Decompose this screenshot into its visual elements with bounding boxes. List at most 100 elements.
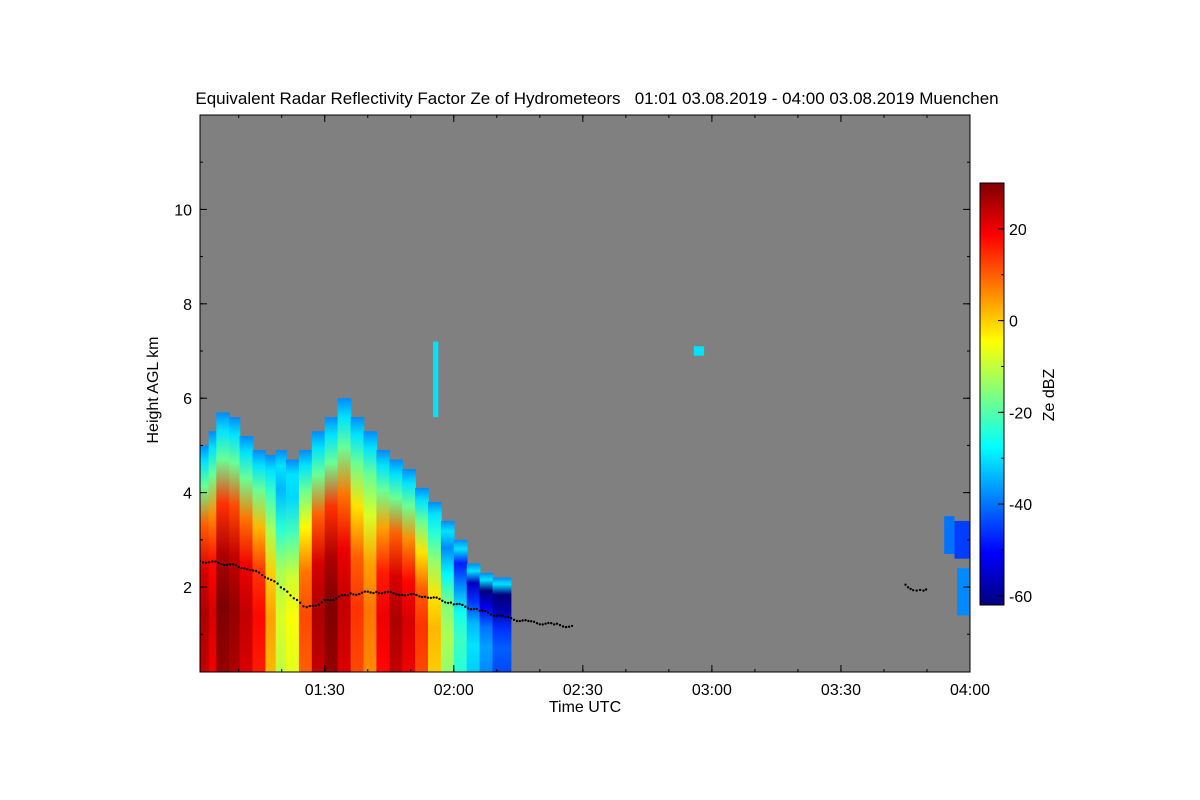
melting-layer-point <box>555 622 559 625</box>
reflectivity-cell <box>216 412 230 672</box>
melting-layer-point <box>904 583 907 586</box>
melting-layer-point <box>466 607 470 610</box>
melting-layer-point <box>441 599 444 602</box>
reflectivity-cell <box>229 417 241 672</box>
colorbar-tick-label: -40 <box>1009 497 1032 514</box>
reflectivity-cell <box>428 502 442 672</box>
melting-layer-point <box>507 615 510 619</box>
melting-layer-point <box>329 599 332 602</box>
melting-layer-point <box>257 571 261 574</box>
y-axis-label: Height AGL km <box>145 336 162 443</box>
melting-layer-point <box>289 594 292 597</box>
melting-layer-point <box>308 604 311 608</box>
melting-layer-point <box>509 617 513 620</box>
melting-layer-point <box>375 590 378 594</box>
colorbar-tick-label: 0 <box>1009 314 1018 331</box>
x-axis-label: Time UTC <box>549 699 621 716</box>
melting-layer-point <box>389 590 392 594</box>
melting-layer-point <box>521 619 524 622</box>
melting-layer-point <box>369 591 372 594</box>
melting-layer-point <box>346 594 349 597</box>
melting-layer-point <box>372 591 375 595</box>
melting-layer-point <box>432 596 435 599</box>
melting-layer-point <box>343 593 346 597</box>
melting-layer-point <box>314 604 317 607</box>
reflectivity-cell <box>402 469 416 672</box>
colorbar-tick-label: 20 <box>1009 222 1027 239</box>
melting-layer-point <box>249 569 252 572</box>
melting-layer-point <box>355 593 358 596</box>
y-tick-label: 6 <box>183 391 192 408</box>
melting-layer-point <box>349 592 352 595</box>
melting-layer-point <box>237 565 240 569</box>
melting-layer-point <box>292 597 295 600</box>
melting-layer-point <box>335 597 338 600</box>
melting-layer-point <box>501 614 504 617</box>
melting-layer-point <box>435 596 438 599</box>
melting-layer-point <box>458 602 461 606</box>
colorbar <box>979 182 1005 606</box>
melting-layer-point <box>478 609 481 612</box>
melting-layer-point <box>217 561 220 564</box>
melting-layer-point <box>464 605 467 608</box>
melting-layer-point <box>276 582 279 585</box>
melting-layer-point <box>461 603 464 607</box>
melting-layer-point <box>518 619 521 623</box>
melting-layer-point <box>260 573 264 577</box>
melting-layer-point <box>409 592 412 596</box>
melting-layer-point <box>421 595 424 599</box>
melting-layer-point <box>243 567 246 570</box>
reflectivity-cell <box>389 459 403 672</box>
melting-layer-point <box>380 592 384 595</box>
reflectivity-cell <box>376 450 391 672</box>
reflectivity-cell <box>275 450 287 672</box>
melting-layer-point <box>273 580 276 583</box>
melting-layer-point <box>487 611 490 614</box>
melting-layer-point <box>337 595 341 598</box>
melting-layer-point <box>535 622 539 625</box>
melting-layer-point <box>444 601 447 604</box>
melting-layer-point <box>495 614 498 617</box>
reflectivity-cell <box>466 563 481 672</box>
melting-layer-point <box>302 605 305 608</box>
reflectivity-cell <box>363 431 378 672</box>
x-tick-label: 02:30 <box>563 682 603 699</box>
melting-layer-point <box>270 578 273 582</box>
melting-layer-point <box>481 609 484 612</box>
x-tick-label: 03:30 <box>821 682 861 699</box>
reflectivity-echo <box>433 341 439 418</box>
melting-layer-point <box>423 595 427 598</box>
melting-layer-point <box>489 613 493 616</box>
melting-layer-point <box>323 598 326 602</box>
melting-layer-point <box>484 609 487 613</box>
melting-layer-point <box>266 577 270 580</box>
melting-layer-point <box>286 590 289 593</box>
melting-layer-point <box>918 588 922 592</box>
x-tick-label: 03:00 <box>692 682 732 699</box>
melting-layer-point <box>279 586 283 589</box>
melting-layer-point <box>558 623 562 627</box>
melting-layer-point <box>498 614 501 617</box>
melting-layer-point <box>208 561 211 564</box>
y-tick-label: 10 <box>174 202 192 219</box>
melting-layer-point <box>532 620 536 623</box>
melting-layer-point <box>363 590 367 593</box>
melting-layer-point <box>541 623 544 626</box>
melting-layer-point <box>547 621 550 625</box>
melting-layer-point <box>234 564 237 567</box>
melting-layer-point <box>228 563 232 566</box>
melting-layer-point <box>317 603 320 606</box>
melting-layer-point <box>263 576 267 579</box>
reflectivity-cell <box>440 520 455 672</box>
melting-layer-point <box>311 604 314 608</box>
reflectivity-cell <box>324 417 339 672</box>
reflectivity-echo <box>693 346 705 356</box>
melting-layer-point <box>360 591 364 594</box>
melting-layer-point <box>204 561 208 564</box>
reflectivity-cell <box>298 450 313 672</box>
reflectivity-cell <box>492 577 512 672</box>
melting-layer-point <box>403 594 407 597</box>
melting-layer-point <box>512 618 516 621</box>
reflectivity-cell <box>265 454 277 672</box>
melting-layer-point <box>326 598 329 602</box>
